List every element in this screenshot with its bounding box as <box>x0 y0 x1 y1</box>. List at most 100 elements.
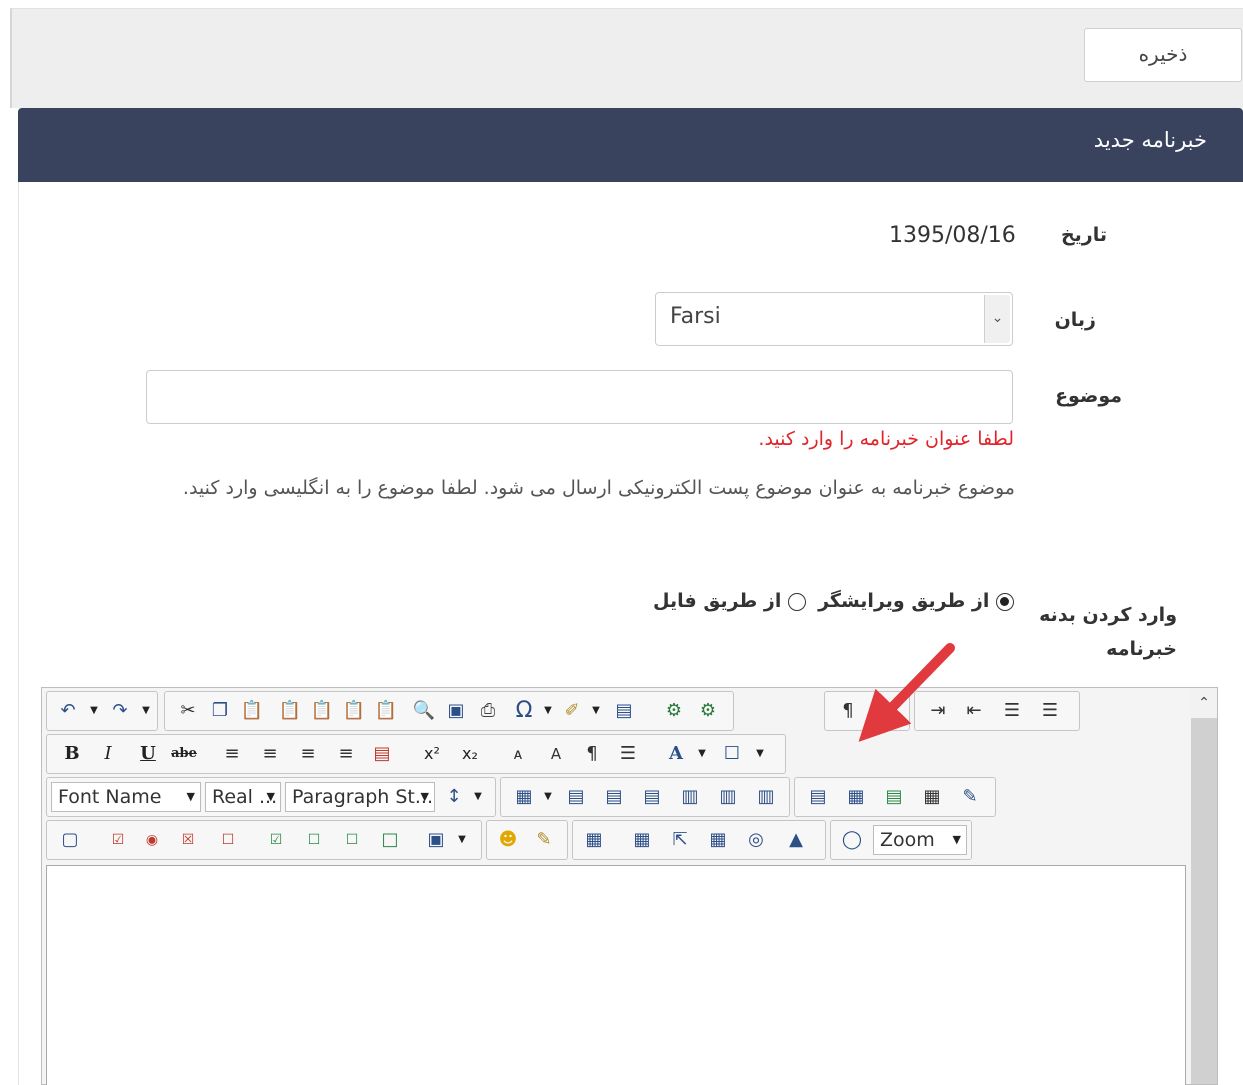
numbered-list-icon[interactable]: ☰ <box>999 698 1025 724</box>
redo-icon[interactable]: ↷ <box>107 698 133 724</box>
bullet-list-icon[interactable]: ☰ <box>1037 698 1063 724</box>
paste-text-icon[interactable]: 📋 <box>277 698 303 724</box>
link-icon[interactable]: ⚙ <box>661 698 687 724</box>
align-left-icon[interactable]: ≡ <box>219 741 245 767</box>
row-props-icon[interactable]: ▤ <box>881 784 907 810</box>
editor-toolbar-row-4: ▢ ☑ ◉ ☒ ☐ ☑ ☐ ☐ □ ▣ ▼ ☻ ✎ ▦ ▦ ⇱ ▦ ◎ ▲ ◯ … <box>46 820 986 860</box>
insert-table-dropdown-icon[interactable]: ▼ <box>535 784 561 810</box>
flash-icon[interactable]: ⇱ <box>667 827 693 853</box>
paste-icon[interactable]: 📋 <box>239 698 265 724</box>
undo-icon[interactable]: ↶ <box>55 698 81 724</box>
radio-file-option[interactable]: از طریق فایل <box>653 590 806 612</box>
insert-col-left-icon[interactable]: ▥ <box>677 784 703 810</box>
select-icon[interactable]: ☒ <box>175 827 201 853</box>
document-icon[interactable]: ◎ <box>743 827 769 853</box>
snippet-icon[interactable]: ✎ <box>531 827 557 853</box>
line-spacing-dropdown-icon[interactable]: ▼ <box>465 784 491 810</box>
shape-icon[interactable]: ▣ <box>423 827 449 853</box>
radio-icon[interactable]: ◉ <box>139 827 165 853</box>
find-icon[interactable]: 🔍 <box>411 698 437 724</box>
print-icon[interactable]: ⎙ <box>475 698 501 724</box>
table-wizard-icon[interactable]: ✎ <box>957 784 983 810</box>
format-stripper-icon[interactable]: ✐ <box>559 698 585 724</box>
reset-icon[interactable]: ☐ <box>339 827 365 853</box>
block-format-icon[interactable]: ☰ <box>615 741 641 767</box>
media-icon[interactable]: ▦ <box>705 827 731 853</box>
cell-props-icon[interactable]: ▦ <box>843 784 869 810</box>
save-button[interactable]: ذخیره <box>1084 28 1242 82</box>
table-edit-group: ▦ ▼ ▤ ▤ ▤ ▥ ▥ ▥ <box>500 777 790 817</box>
shape-dropdown-icon[interactable]: ▼ <box>449 827 475 853</box>
outdent-icon[interactable]: ⇤ <box>961 698 987 724</box>
form-icon[interactable]: ▢ <box>57 827 83 853</box>
hidden-field-icon[interactable]: □ <box>377 827 403 853</box>
convert-upper-icon[interactable]: A <box>543 741 569 767</box>
button-icon[interactable]: ☑ <box>263 827 289 853</box>
font-color-icon[interactable]: A <box>663 741 689 767</box>
insert-col-right-icon[interactable]: ▥ <box>715 784 741 810</box>
line-spacing-icon[interactable]: ↕ <box>441 784 467 810</box>
submit-icon[interactable]: ☐ <box>301 827 327 853</box>
paste-html-icon[interactable]: 📋 <box>341 698 367 724</box>
clipboard-group: ✂ ❐ 📋 📋 📋 📋 📋 🔍 ▣ ⎙ Ω ▼ ✐ ▼ ▤ ⚙ ⚙ <box>164 691 734 731</box>
align-right-icon[interactable]: ≡ <box>295 741 321 767</box>
radio-file[interactable] <box>788 592 806 611</box>
checkbox-icon[interactable]: ☑ <box>105 827 131 853</box>
spellcheck-icon[interactable]: ▤ <box>611 698 637 724</box>
editor-scrollbar[interactable]: ⌃ <box>1191 688 1217 1084</box>
bold-button[interactable]: B <box>59 741 85 767</box>
underline-button[interactable]: U <box>135 741 161 767</box>
select-all-icon[interactable]: ▣ <box>443 698 469 724</box>
undo-dropdown-icon[interactable]: ▼ <box>81 698 107 724</box>
table-props-icon[interactable]: ▤ <box>805 784 831 810</box>
insert-row-above-icon[interactable]: ▤ <box>563 784 589 810</box>
emoji-icon[interactable]: ☻ <box>495 827 521 853</box>
module-icon[interactable]: ◯ <box>839 827 865 853</box>
special-char-dropdown-icon[interactable]: ▼ <box>535 698 561 724</box>
chevron-down-icon[interactable]: ⌄ <box>984 295 1010 343</box>
paste-plain-icon[interactable]: 📋 <box>373 698 399 724</box>
cut-icon[interactable]: ✂ <box>175 698 201 724</box>
zoom-dropdown[interactable]: Zoom ▼ <box>873 825 967 855</box>
redo-dropdown-icon[interactable]: ▼ <box>133 698 159 724</box>
editor-content-area[interactable] <box>46 865 1186 1085</box>
italic-button[interactable]: I <box>95 741 121 767</box>
font-size-dropdown[interactable]: Real ... ▼ <box>205 782 281 812</box>
radio-editor-option[interactable]: از طریق ویرایشگر <box>818 590 1014 612</box>
background-color-icon[interactable]: ☐ <box>719 741 745 767</box>
unlink-icon[interactable]: ⚙ <box>695 698 721 724</box>
paragraph-style-dropdown[interactable]: Paragraph St... ▼ <box>285 782 435 812</box>
convert-lower-icon[interactable]: ᴀ <box>505 741 531 767</box>
image-icon[interactable]: ▦ <box>581 827 607 853</box>
scroll-up-icon[interactable]: ⌃ <box>1191 688 1217 718</box>
ltr-icon[interactable]: ¶ <box>835 698 861 724</box>
font-name-dropdown[interactable]: Font Name ▼ <box>51 782 201 812</box>
language-select[interactable]: Farsi ⌄ <box>655 292 1013 346</box>
font-color-dropdown-icon[interactable]: ▼ <box>689 741 715 767</box>
strikethrough-button[interactable]: abe <box>171 741 197 767</box>
radio-editor[interactable] <box>996 592 1014 611</box>
indent-icon[interactable]: ⇥ <box>925 698 951 724</box>
subject-input[interactable] <box>146 370 1013 424</box>
merge-cells-icon[interactable]: ▦ <box>919 784 945 810</box>
insert-row-below-icon[interactable]: ▤ <box>601 784 627 810</box>
delete-col-icon[interactable]: ▥ <box>753 784 779 810</box>
format-stripper-dropdown-icon[interactable]: ▼ <box>583 698 609 724</box>
special-char-icon[interactable]: Ω <box>511 698 537 724</box>
superscript-icon[interactable]: x² <box>419 741 445 767</box>
subscript-icon[interactable]: x₂ <box>457 741 483 767</box>
textarea-icon[interactable]: ☐ <box>215 827 241 853</box>
paragraph-insert-icon[interactable]: ¶ <box>579 741 605 767</box>
body-method-label-line1: وارد کردن بدنه <box>1039 604 1177 626</box>
delete-row-icon[interactable]: ▤ <box>639 784 665 810</box>
paste-word-icon[interactable]: 📋 <box>309 698 335 724</box>
radio-file-label: از طریق فایل <box>653 590 782 612</box>
insert-table-icon[interactable]: ▦ <box>511 784 537 810</box>
copy-icon[interactable]: ❐ <box>207 698 233 724</box>
template-icon[interactable]: ▲ <box>783 827 809 853</box>
horizontal-rule-icon[interactable]: ▤ <box>369 741 395 767</box>
background-color-dropdown-icon[interactable]: ▼ <box>747 741 773 767</box>
justify-icon[interactable]: ≡ <box>333 741 359 767</box>
align-center-icon[interactable]: ≡ <box>257 741 283 767</box>
image-map-icon[interactable]: ▦ <box>629 827 655 853</box>
